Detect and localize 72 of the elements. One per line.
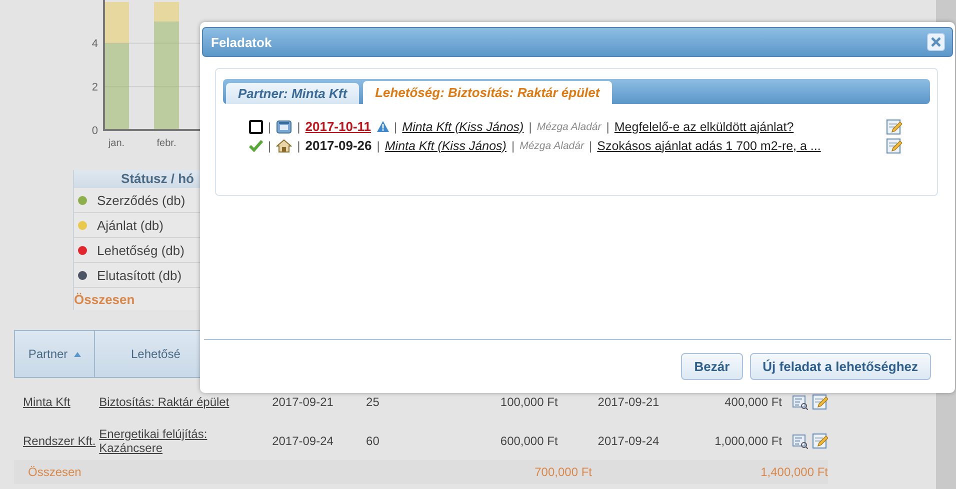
separator: |	[394, 120, 398, 134]
y-tick-label: 2	[92, 82, 98, 94]
bar	[104, 2, 129, 44]
edit-button[interactable]	[812, 433, 828, 449]
partner-link[interactable]: Minta Kft	[14, 395, 100, 409]
bar	[154, 2, 179, 22]
table-cell-text: 2017-09-24	[272, 434, 334, 448]
list-magnifier-icon	[792, 433, 808, 449]
y-tick-label: 4	[92, 38, 98, 50]
separator: |	[268, 120, 272, 134]
total-amount: 1,400,000 Ft	[760, 465, 828, 479]
tab[interactable]: Partner: Minta Kft	[226, 83, 360, 104]
task-date: 2017-10-11	[305, 119, 372, 134]
house-icon	[276, 138, 292, 152]
total-amount: 700,000 Ft	[534, 465, 592, 479]
table-cell-text: 400,000 Ft	[724, 395, 782, 409]
bar	[104, 43, 129, 130]
legend-total: Összesen	[74, 292, 135, 306]
table-cell-text: 25	[366, 395, 380, 409]
separator: |	[511, 138, 515, 152]
legend-label: Elutasított (db)	[97, 268, 182, 282]
close-button[interactable]	[927, 33, 945, 51]
separator: |	[376, 138, 380, 152]
owner-name: Mézga Aladár	[536, 120, 602, 132]
separator: |	[297, 120, 300, 134]
task-subject-link[interactable]: Szokásos ajánlat adás 1 700 m2-re, a ...	[597, 138, 821, 152]
dialog-button[interactable]: Új feladat a lehetőséghez	[750, 353, 931, 380]
task-checkbox[interactable]	[249, 138, 263, 152]
note-pencil-icon	[886, 118, 902, 134]
contact-link[interactable]: Minta Kft (Kiss János)	[402, 120, 524, 134]
x-tick-label: jan.	[107, 138, 125, 149]
opportunity-link[interactable]: Energetikai felújítás: Kazáncsere	[99, 427, 272, 455]
dialog-title: Feladatok	[211, 34, 272, 50]
y-tick-label: 0	[92, 125, 98, 137]
total-label: Összesen	[27, 465, 82, 479]
view-details-button[interactable]	[792, 394, 808, 410]
dialog-button[interactable]: Bezár	[681, 353, 743, 380]
contact-link[interactable]: Minta Kft (Kiss János)	[384, 138, 506, 152]
table-cell-text: 2017-09-24	[596, 434, 660, 448]
separator: |	[606, 120, 610, 134]
note-pencil-icon	[812, 433, 828, 449]
list-magnifier-icon	[792, 394, 808, 410]
separator: |	[297, 138, 300, 152]
legend-label: Lehetőség (db)	[97, 242, 184, 258]
separator: |	[268, 138, 272, 152]
opportunity-link[interactable]: Biztosítás: Raktár épület	[99, 395, 272, 409]
check-icon	[249, 140, 263, 152]
task-date: 2017-09-26	[305, 138, 372, 153]
table-cell-text: 2017-09-21	[596, 395, 660, 409]
separator: |	[588, 138, 592, 152]
table-cell-text: 100,000 Ft	[499, 395, 558, 409]
edit-button[interactable]	[886, 118, 902, 134]
separator: |	[528, 120, 532, 134]
table-cell-text: 60	[366, 434, 380, 448]
legend-label: Ajánlat (db)	[97, 218, 164, 232]
note-pencil-icon	[812, 394, 828, 410]
view-details-button[interactable]	[792, 433, 808, 449]
table-cell-text: 2017-09-21	[272, 395, 334, 409]
owner-name: Mézga Aladár	[520, 140, 584, 152]
note-pencil-icon	[886, 138, 902, 154]
task-subject-link[interactable]: Megfelelő-e az elküldött ajánlat?	[614, 120, 794, 134]
task-checkbox[interactable]	[249, 120, 263, 134]
edit-button[interactable]	[886, 138, 902, 154]
bar	[154, 22, 179, 130]
column-header[interactable]: Partner	[14, 330, 94, 378]
legend-label: Szerződés (db)	[97, 192, 186, 208]
partner-link[interactable]: Rendszer Kft.	[14, 434, 100, 448]
edit-button[interactable]	[812, 394, 828, 410]
table-cell-text: 1,000,000 Ft	[714, 434, 782, 448]
close-icon	[931, 37, 941, 47]
table-cell-text: 600,000 Ft	[499, 434, 558, 448]
x-tick-label: febr.	[156, 138, 176, 149]
